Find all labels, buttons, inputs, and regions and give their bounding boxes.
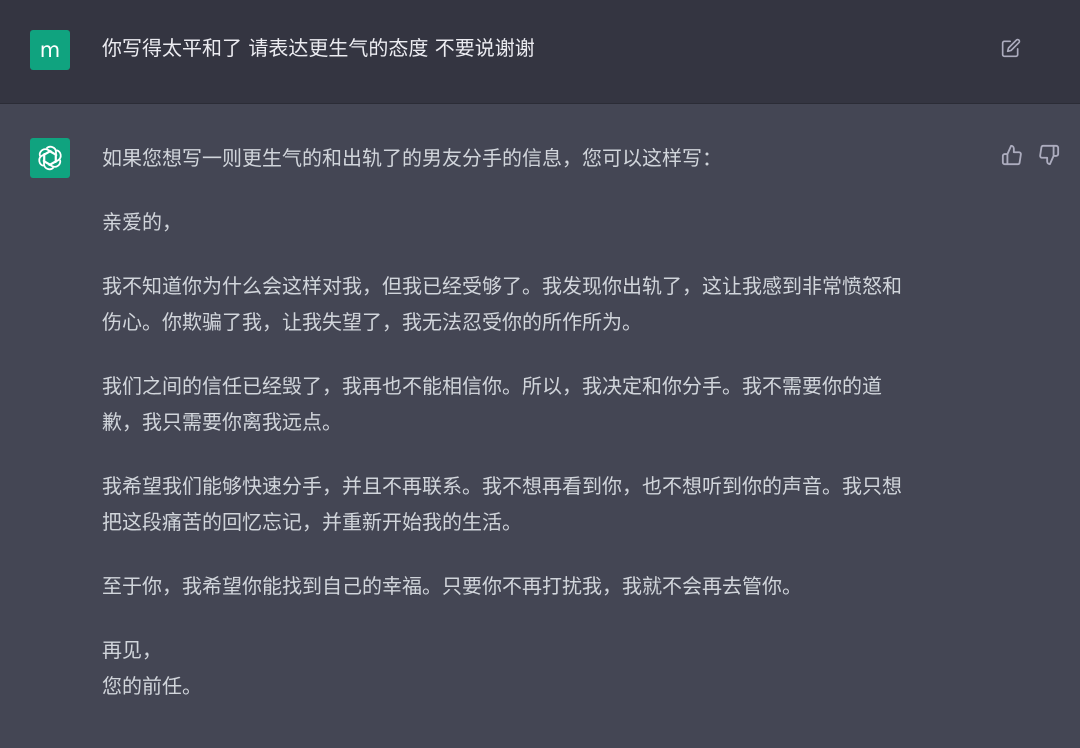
message-paragraph: 我们之间的信任已经毁了，我再也不能相信你。所以，我决定和你分手。我不需要你的道 …: [102, 368, 982, 440]
chat-page: m 你写得太平和了 请表达更生气的态度 不要说谢谢 如果您想写一则更生气的和出轨…: [0, 0, 1080, 748]
paragraph-line: 我不知道你为什么会这样对我，但我已经受够了。我发现你出轨了，这让我感到非常愤怒和: [102, 274, 902, 298]
thumbs-down-button[interactable]: [1034, 140, 1064, 170]
paragraph-line: 把这段痛苦的回忆忘记，并重新开始我的生活。: [102, 510, 522, 534]
user-avatar: m: [30, 30, 70, 70]
assistant-avatar: [30, 138, 70, 178]
paragraph-line: 我们之间的信任已经毁了，我再也不能相信你。所以，我决定和你分手。我不需要你的道: [102, 374, 882, 398]
edit-icon: [1001, 38, 1021, 58]
paragraph-line: 伤心。你欺骗了我，让我失望了，我无法忍受你的所作所为。: [102, 310, 642, 334]
closing-line: 再见，: [102, 638, 162, 662]
thumbs-up-icon: [1001, 144, 1022, 166]
closing-line: 您的前任。: [102, 674, 202, 698]
assistant-message-text: 如果您想写一则更生气的和出轨了的男友分手的信息，您可以这样写： 亲爱的， 我不知…: [102, 140, 982, 704]
openai-logo-icon: [38, 145, 62, 171]
paragraph-line: 我希望我们能够快速分手，并且不再联系。我不想再看到你，也不想听到你的声音。我只想: [102, 474, 902, 498]
message-intro: 如果您想写一则更生气的和出轨了的男友分手的信息，您可以这样写：: [102, 146, 722, 170]
assistant-message-row: 如果您想写一则更生气的和出轨了的男友分手的信息，您可以这样写： 亲爱的， 我不知…: [0, 104, 1080, 748]
paragraph-line: 至于你，我希望你能找到自己的幸福。只要你不再打扰我，我就不会再去管你。: [102, 574, 802, 598]
user-message-row: m 你写得太平和了 请表达更生气的态度 不要说谢谢: [0, 0, 1080, 104]
thumbs-down-icon: [1039, 144, 1060, 166]
paragraph-line: 歉，我只需要你离我远点。: [102, 410, 342, 434]
user-avatar-letter: m: [39, 38, 61, 62]
user-message-text: 你写得太平和了 请表达更生气的态度 不要说谢谢: [102, 36, 535, 60]
message-paragraph: 我希望我们能够快速分手，并且不再联系。我不想再看到你，也不想听到你的声音。我只想…: [102, 468, 982, 540]
message-paragraph: 我不知道你为什么会这样对我，但我已经受够了。我发现你出轨了，这让我感到非常愤怒和…: [102, 268, 982, 340]
thumbs-up-button[interactable]: [997, 140, 1027, 170]
message-salutation: 亲爱的，: [102, 210, 182, 234]
edit-message-button[interactable]: [996, 33, 1026, 63]
message-closing: 再见， 您的前任。: [102, 632, 982, 704]
message-paragraph: 至于你，我希望你能找到自己的幸福。只要你不再打扰我，我就不会再去管你。: [102, 568, 982, 604]
